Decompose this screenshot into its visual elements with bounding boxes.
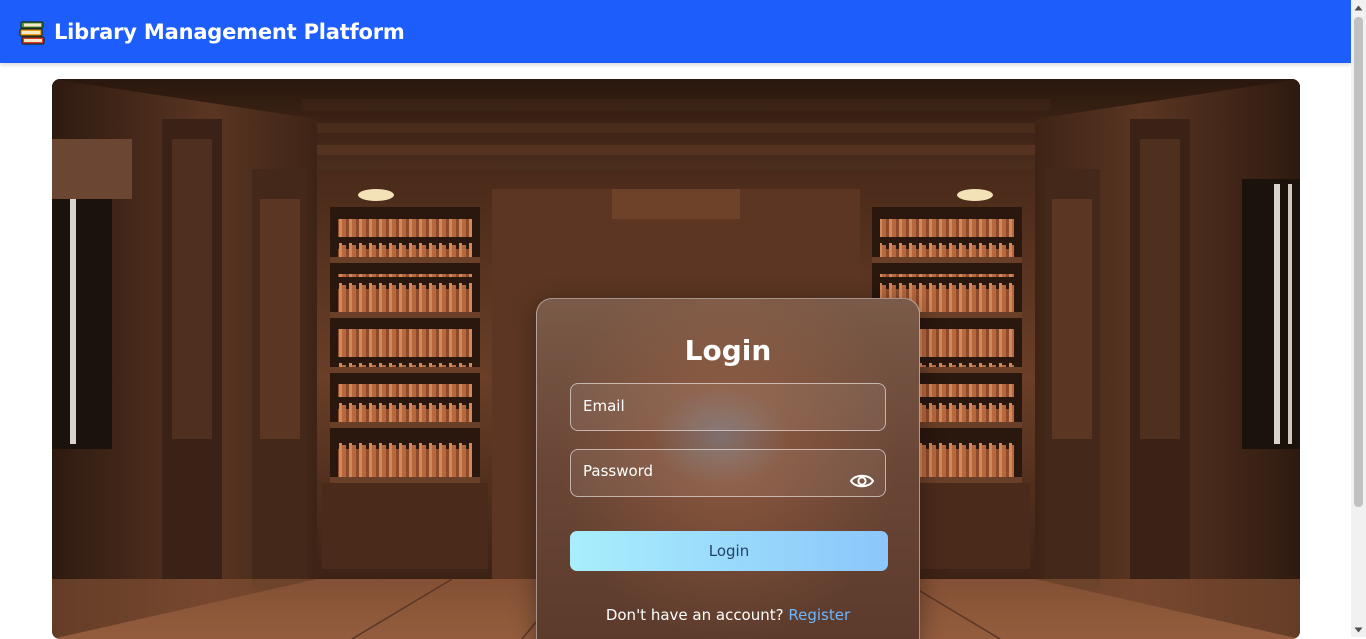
login-button[interactable]: Login bbox=[570, 531, 888, 571]
login-title: Login bbox=[684, 334, 772, 367]
scroll-down-arrow-icon[interactable] bbox=[1351, 622, 1366, 637]
vertical-scrollbar[interactable] bbox=[1351, 0, 1366, 637]
login-card: Login Login Don't have an account? Regis… bbox=[536, 298, 920, 639]
books-icon bbox=[19, 21, 45, 45]
email-field[interactable] bbox=[571, 384, 885, 430]
scroll-up-arrow-icon[interactable] bbox=[1351, 0, 1366, 15]
eye-icon bbox=[849, 474, 875, 488]
app-title: Library Management Platform bbox=[54, 20, 405, 44]
register-prompt-text: Don't have an account? bbox=[605, 606, 784, 624]
password-field[interactable] bbox=[571, 450, 885, 496]
top-navbar: Library Management Platform bbox=[0, 0, 1351, 63]
library-hero-image: Login Login Don't have an account? Regis… bbox=[52, 79, 1300, 639]
register-prompt: Don't have an account? Register bbox=[537, 604, 919, 626]
password-field-container bbox=[570, 449, 886, 497]
scrollbar-thumb[interactable] bbox=[1354, 17, 1363, 507]
email-field-container bbox=[570, 383, 886, 431]
register-link[interactable]: Register bbox=[788, 606, 850, 624]
show-password-toggle[interactable] bbox=[849, 470, 875, 492]
